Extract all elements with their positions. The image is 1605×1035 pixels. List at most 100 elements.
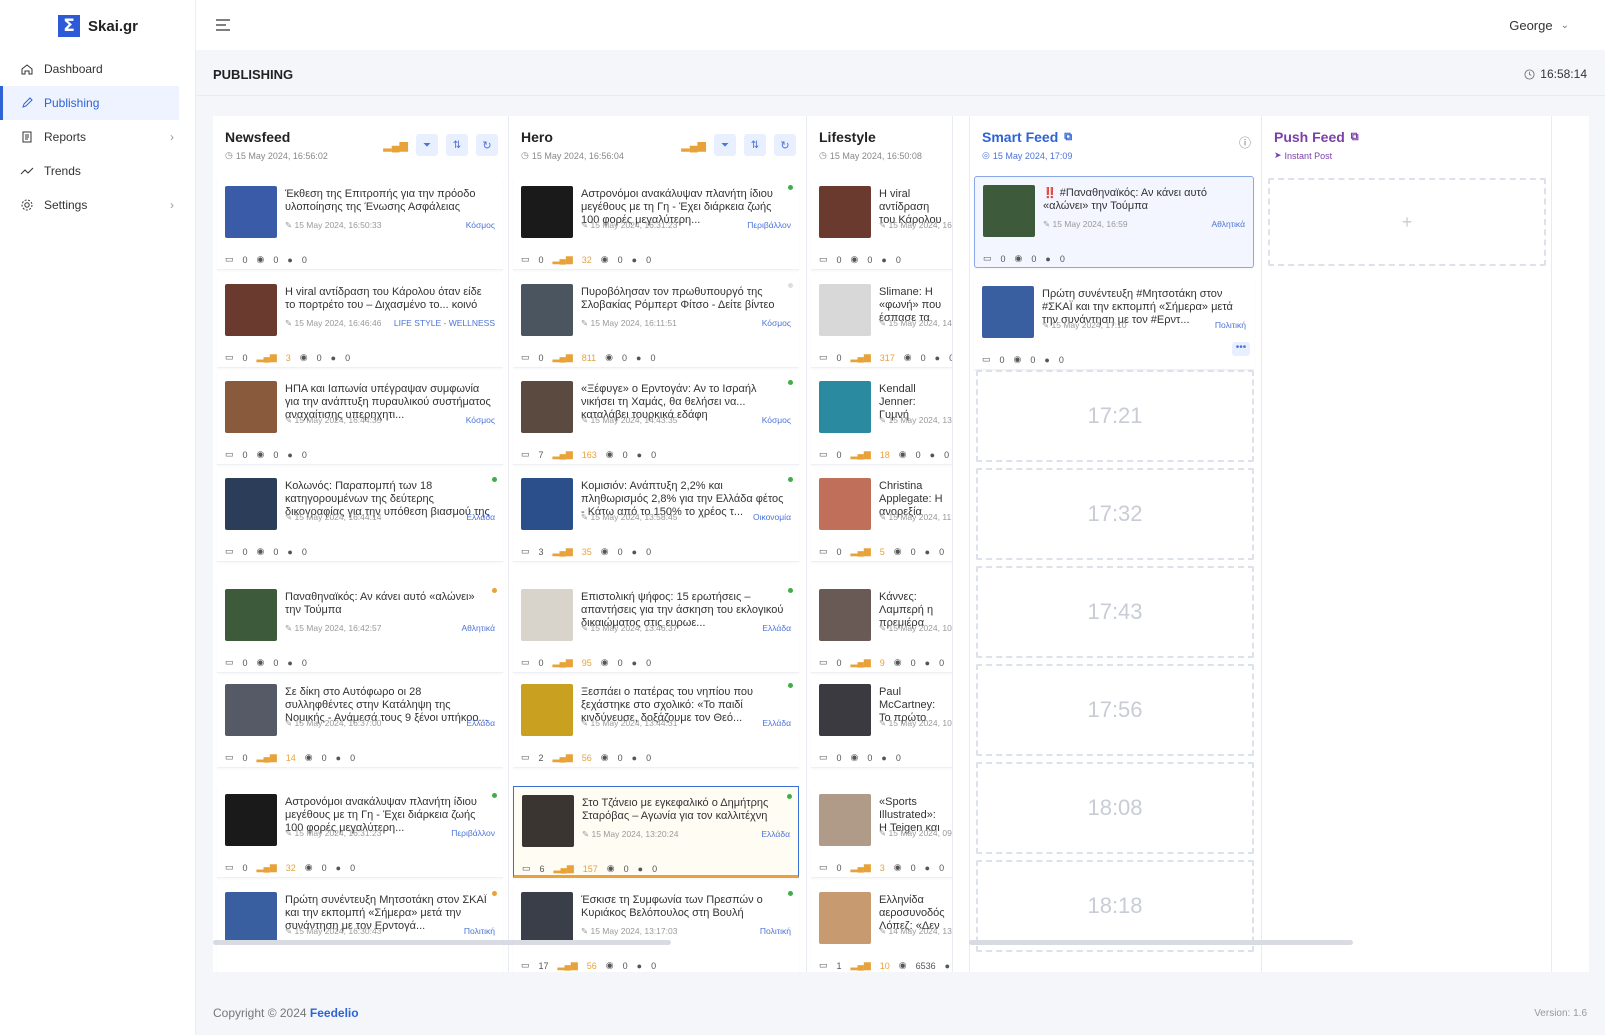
horizontal-scrollbar[interactable] [969, 940, 1353, 945]
article-thumbnail[interactable] [225, 684, 277, 736]
article-category[interactable]: Πολιτική [1215, 320, 1246, 331]
news-card[interactable]: Πυροβόλησαν τον πρωθυπουργό της Σλοβακία… [513, 276, 799, 368]
article-thumbnail[interactable] [982, 286, 1034, 338]
news-card[interactable]: Αστρονόμοι ανακάλυψαν πλανήτη ίδιου μεγέ… [513, 178, 799, 270]
sidebar-item-reports[interactable]: Reports › [0, 120, 179, 154]
article-thumbnail[interactable] [819, 381, 871, 433]
article-thumbnail[interactable] [819, 892, 871, 944]
article-category[interactable]: Ελλάδα [466, 718, 495, 729]
schedule-slot[interactable]: 17:56 [976, 664, 1254, 756]
article-category[interactable]: Περιβάλλον [451, 828, 495, 839]
article-thumbnail[interactable] [983, 185, 1035, 237]
sidebar-item-publishing[interactable]: Publishing [0, 86, 179, 120]
article-title[interactable]: Έσκισε τη Συμφωνία των Πρεσπών ο Κυριάκο… [581, 894, 787, 920]
user-menu[interactable]: George ⌄ [1509, 18, 1569, 33]
news-card[interactable]: Κάννες: Λαμπερή η πρεμιέρα συγκινητική κ… [811, 581, 952, 673]
news-card[interactable]: Πρώτη συνέντευξη #Μητσοτάκη στον #ΣΚΑΪ κ… [974, 278, 1254, 370]
external-link-icon[interactable]: ⧉ [1064, 131, 1072, 144]
sort-button[interactable]: ⇅ [744, 134, 766, 156]
article-category[interactable]: Κόσμος [762, 415, 791, 426]
bar-chart-icon[interactable]: ▂▄▆ [383, 139, 408, 152]
news-card[interactable]: «Ξέφυγε» ο Ερντογάν: Αν το Ισραήλ νικήσε… [513, 373, 799, 465]
article-thumbnail[interactable] [522, 795, 574, 847]
schedule-slot[interactable]: 17:43 [976, 566, 1254, 658]
article-category[interactable]: Κόσμος [466, 220, 495, 231]
menu-toggle-icon[interactable] [214, 16, 232, 34]
article-title[interactable]: Έκθεση της Επιτροπής για την πρόοδο υλοπ… [285, 188, 491, 214]
article-thumbnail[interactable] [819, 794, 871, 846]
article-category[interactable]: Ελλάδα [761, 829, 790, 840]
news-card[interactable]: Η viral αντίδραση του Κάρολου όταν είδε … [811, 178, 952, 270]
news-card[interactable]: Η viral αντίδραση του Κάρολου όταν είδε … [217, 276, 503, 368]
news-card[interactable]: ‼️ #Παναθηναϊκός: Αν κάνει αυτό «αλώνει»… [974, 176, 1254, 268]
article-category[interactable]: Αθλητικά [461, 623, 495, 634]
article-category[interactable]: Κόσμος [762, 318, 791, 329]
article-thumbnail[interactable] [225, 381, 277, 433]
news-card[interactable]: Κομισιόν: Ανάπτυξη 2,2% και πληθωρισμός … [513, 470, 799, 562]
article-category[interactable]: Περιβάλλον [747, 220, 791, 231]
sidebar-item-trends[interactable]: Trends [0, 154, 179, 188]
sidebar-item-settings[interactable]: Settings › [0, 188, 179, 222]
news-card[interactable]: Στο Τζάνειο με εγκεφαλικό ο Δημήτρης Στα… [513, 786, 799, 878]
horizontal-scrollbar[interactable] [213, 940, 671, 945]
filter-button[interactable]: ⏷ [416, 134, 438, 156]
news-card[interactable]: Αστρονόμοι ανακάλυψαν πλανήτη ίδιου μεγέ… [217, 786, 503, 878]
article-thumbnail[interactable] [225, 478, 277, 530]
article-title[interactable]: Η viral αντίδραση του Κάρολου όταν είδε … [285, 286, 491, 312]
article-thumbnail[interactable] [521, 186, 573, 238]
article-category[interactable]: LIFE STYLE - WELLNESS [394, 318, 495, 329]
article-thumbnail[interactable] [819, 478, 871, 530]
article-title[interactable]: ‼️ #Παναθηναϊκός: Αν κάνει αυτό «αλώνει»… [1043, 187, 1241, 213]
article-category[interactable]: Ελλάδα [762, 623, 791, 634]
article-thumbnail[interactable] [225, 892, 277, 944]
refresh-button[interactable]: ↻ [774, 134, 796, 156]
sidebar-item-dashboard[interactable]: Dashboard [0, 52, 179, 86]
article-title[interactable]: Πυροβόλησαν τον πρωθυπουργό της Σλοβακία… [581, 286, 787, 312]
article-title[interactable]: Στο Τζάνειο με εγκεφαλικό ο Δημήτρης Στα… [582, 797, 786, 823]
news-card[interactable]: Έσκισε τη Συμφωνία των Πρεσπών ο Κυριάκο… [513, 884, 799, 972]
news-card[interactable]: ΗΠΑ και Ιαπωνία υπέγραψαν συμφωνία για τ… [217, 373, 503, 465]
push-feed-title[interactable]: Push Feed [1274, 129, 1345, 145]
article-category[interactable]: Πολιτική [464, 926, 495, 937]
push-add-slot[interactable]: + [1268, 178, 1546, 266]
schedule-slot[interactable]: 17:21 [976, 370, 1254, 462]
news-card[interactable]: Παναθηναϊκός: Αν κάνει αυτό «αλώνει» την… [217, 581, 503, 673]
article-category[interactable]: Πολιτική [760, 926, 791, 937]
news-card[interactable]: Ξεσπάει ο πατέρας του νηπίου που ξεχάστη… [513, 676, 799, 768]
news-card[interactable]: Paul McCartney: Το πρώτο μπότες του από … [811, 676, 952, 768]
article-category[interactable]: Οικονομία [753, 512, 791, 523]
article-category[interactable]: Ελλάδα [762, 718, 791, 729]
more-options-button[interactable]: ••• [1232, 342, 1250, 356]
news-card[interactable]: Christina Applegate: Η ανορεξία όταν πρω… [811, 470, 952, 562]
external-link-icon[interactable]: ⧉ [1351, 131, 1359, 144]
news-card[interactable]: Επιστολική ψήφος: 15 ερωτήσεις – απαντήσ… [513, 581, 799, 673]
schedule-slot[interactable]: 17:32 [976, 468, 1254, 560]
refresh-button[interactable]: ↻ [476, 134, 498, 156]
article-category[interactable]: Κόσμος [466, 415, 495, 426]
article-thumbnail[interactable] [225, 589, 277, 641]
filter-button[interactable]: ⏷ [714, 134, 736, 156]
article-title[interactable]: Παναθηναϊκός: Αν κάνει αυτό «αλώνει» την… [285, 591, 491, 617]
news-card[interactable]: Slimane: Η «φωνή» που έσπασε τα ρεκόρ με… [811, 276, 952, 368]
article-thumbnail[interactable] [225, 186, 277, 238]
article-thumbnail[interactable] [521, 589, 573, 641]
smart-feed-title[interactable]: Smart Feed [982, 129, 1058, 145]
article-thumbnail[interactable] [521, 892, 573, 944]
article-thumbnail[interactable] [225, 284, 277, 336]
news-card[interactable]: Κολωνός: Παραπομπή των 18 κατηγορουμένων… [217, 470, 503, 562]
news-card[interactable]: «Sports Illustrated»: Η Teigen και άλλες… [811, 786, 952, 878]
article-thumbnail[interactable] [819, 684, 871, 736]
news-card[interactable]: Πρώτη συνέντευξη Μητσοτάκη στον ΣΚΑΪ και… [217, 884, 503, 972]
article-thumbnail[interactable] [225, 794, 277, 846]
article-thumbnail[interactable] [521, 478, 573, 530]
schedule-slot[interactable]: 18:18 [976, 860, 1254, 952]
article-thumbnail[interactable] [521, 284, 573, 336]
article-category[interactable]: Ελλάδα [466, 512, 495, 523]
news-card[interactable]: Έκθεση της Επιτροπής για την πρόοδο υλοπ… [217, 178, 503, 270]
article-thumbnail[interactable] [521, 684, 573, 736]
info-icon[interactable]: ⓘ [1239, 134, 1251, 151]
schedule-slot[interactable]: 18:08 [976, 762, 1254, 854]
sort-button[interactable]: ⇅ [446, 134, 468, 156]
bar-chart-icon[interactable]: ▂▄▆ [681, 139, 706, 152]
brand[interactable]: Σ Skai.gr [0, 0, 195, 52]
